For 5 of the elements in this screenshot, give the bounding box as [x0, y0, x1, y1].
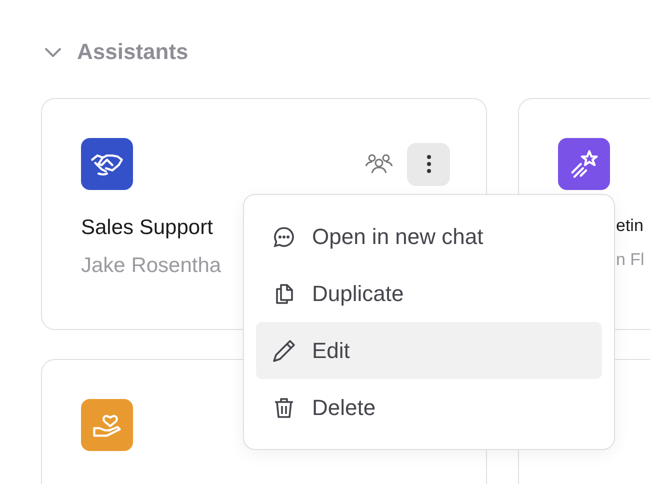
assistant-author: Jake Rosentha — [81, 254, 222, 278]
section-title: Assistants — [77, 39, 188, 65]
assistant-name: Sales Support — [81, 216, 213, 240]
assistant-name: etin — [616, 216, 644, 236]
assistant-author: n Fl — [616, 250, 644, 270]
